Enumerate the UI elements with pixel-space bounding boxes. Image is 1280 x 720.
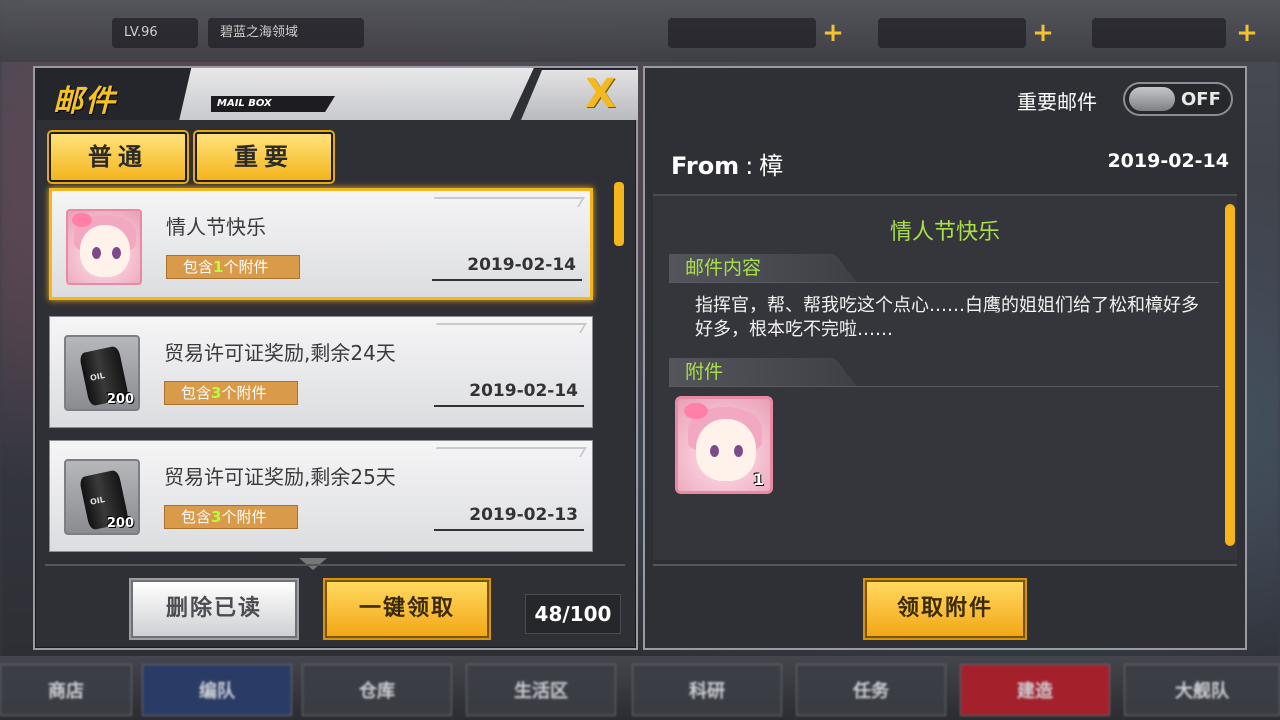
mail-content-box: 情人节快乐 邮件内容 指挥官，帮、帮我吃这个点心……白鹰的姐姐们给了松和樟好多好… [653, 194, 1237, 560]
divider [669, 386, 1219, 387]
tab-normal[interactable]: 普通 [49, 132, 187, 182]
add-gold-icon[interactable]: + [1030, 20, 1056, 46]
item-quantity: 200 [106, 516, 134, 531]
divider [653, 564, 1237, 566]
attachments-heading: 附件 [669, 358, 857, 386]
tab-important[interactable]: 重要 [195, 132, 333, 182]
nav-shop[interactable]: 商店 [0, 664, 132, 716]
attach-prefix: 包含 [181, 508, 212, 526]
attachment-item[interactable]: 1 [675, 396, 773, 494]
delete-read-button[interactable]: 删除已读 [131, 580, 297, 638]
mail-date: 2019-02-14 [467, 255, 576, 275]
attachment-quantity: 1 [752, 470, 764, 489]
nav-label: 大舰队 [1175, 681, 1229, 702]
mail-detail-panel: 重要邮件 OFF From: 樟 2019-02-14 情人节快乐 邮件内容 指挥… [643, 66, 1247, 650]
attach-suffix: 个附件 [223, 258, 269, 276]
player-name: 碧蓝之海领域 [208, 18, 364, 48]
mailbox-tag: MAIL BOX [211, 96, 335, 112]
attachment-badge: 包含3个附件 [164, 505, 298, 529]
important-mail-toggle[interactable]: OFF [1123, 82, 1233, 116]
attach-prefix: 包含 [183, 258, 214, 276]
attach-suffix: 个附件 [221, 508, 267, 526]
mail-item-valentine[interactable]: 情人节快乐 包含1个附件 2019-02-14 [49, 188, 593, 300]
close-button[interactable]: X [521, 70, 638, 120]
from-colon: : [745, 152, 754, 180]
mail-title: 邮件 [53, 84, 117, 119]
mail-item-trade-license-25[interactable]: OIL 200 贸易许可证奖励,剩余25天 包含3个附件 2019-02-13 [49, 440, 593, 552]
nav-label: 编队 [199, 681, 235, 702]
mail-date: 2019-02-13 [469, 505, 578, 525]
add-gem-icon[interactable]: + [1234, 20, 1260, 46]
nav-label: 仓库 [359, 681, 395, 702]
mail-item-trade-license-24[interactable]: OIL 200 贸易许可证奖励,剩余24天 包含3个附件 2019-02-14 [49, 316, 593, 428]
mail-count: 48/100 [525, 594, 621, 634]
from-label: From [671, 152, 740, 180]
sender-name: 樟 [759, 152, 784, 180]
mail-subject: 情人节快乐 [166, 215, 266, 239]
decorative-lines [431, 447, 587, 457]
divider [669, 282, 1219, 283]
date-underline [434, 405, 584, 407]
attachment-badge: 包含1个附件 [166, 255, 300, 279]
attach-suffix: 个附件 [221, 384, 267, 402]
decorative-lines [431, 323, 587, 333]
mail-detail-scrollbar[interactable] [1225, 204, 1235, 546]
attachment-badge: 包含3个附件 [164, 381, 298, 405]
mail-detail-date: 2019-02-14 [1107, 150, 1229, 172]
attach-count: 3 [211, 384, 222, 402]
gem-resource [1092, 18, 1226, 48]
nav-depot[interactable]: 仓库 [302, 664, 452, 716]
item-quantity: 200 [106, 392, 134, 407]
close-icon: X [585, 71, 616, 117]
toggle-state: OFF [1181, 89, 1221, 110]
mail-detail-subject: 情人节快乐 [889, 220, 1000, 245]
content-heading: 邮件内容 [669, 254, 857, 282]
add-oil-icon[interactable]: + [820, 20, 846, 46]
oil-barrel-icon: OIL 200 [64, 335, 140, 411]
sender: From: 樟 [671, 146, 783, 181]
claim-attachment-button[interactable]: 领取附件 [865, 580, 1025, 638]
mail-body-text: 指挥官，帮、帮我吃这个点心……白鹰的姐姐们给了松和樟好多好多，根本吃不完啦…… [695, 295, 1199, 340]
attach-prefix: 包含 [181, 384, 212, 402]
attach-count: 3 [211, 508, 222, 526]
mail-list-panel: 邮件 MAIL BOX X 普通 重要 情人节快乐 包含1个附件 2019-02… [33, 66, 638, 650]
nav-fleet[interactable]: 大舰队 [1124, 664, 1280, 716]
toggle-knob [1129, 87, 1175, 111]
nav-label: 任务 [853, 681, 889, 702]
nav-dorm[interactable]: 生活区 [466, 664, 616, 716]
barrel-label: OIL [89, 370, 106, 383]
mail-date: 2019-02-14 [469, 381, 578, 401]
nav-label: 生活区 [514, 681, 568, 702]
decorative-lines [429, 197, 585, 207]
date-underline [434, 529, 584, 531]
important-mail-label: 重要邮件 [1017, 90, 1097, 114]
nav-build[interactable]: 建造 [960, 664, 1110, 716]
gold-resource [878, 18, 1026, 48]
nav-formation[interactable]: 编队 [142, 664, 292, 716]
mail-list-scrollbar[interactable] [614, 182, 624, 246]
oil-barrel-icon: OIL 200 [64, 459, 140, 535]
nav-label: 科研 [689, 681, 725, 702]
date-underline [432, 279, 582, 281]
nav-missions[interactable]: 任务 [796, 664, 946, 716]
player-level: LV.96 [112, 18, 198, 48]
character-portrait-icon [66, 209, 142, 285]
nav-label: 建造 [1017, 681, 1053, 702]
mail-subject: 贸易许可证奖励,剩余25天 [164, 465, 396, 489]
claim-all-button[interactable]: 一键领取 [325, 580, 489, 638]
mail-subject: 贸易许可证奖励,剩余24天 [164, 341, 396, 365]
divider [45, 564, 625, 566]
oil-resource [668, 18, 816, 48]
barrel-label: OIL [89, 494, 106, 507]
nav-label: 商店 [48, 681, 84, 702]
attach-count: 1 [213, 258, 224, 276]
nav-research[interactable]: 科研 [632, 664, 782, 716]
